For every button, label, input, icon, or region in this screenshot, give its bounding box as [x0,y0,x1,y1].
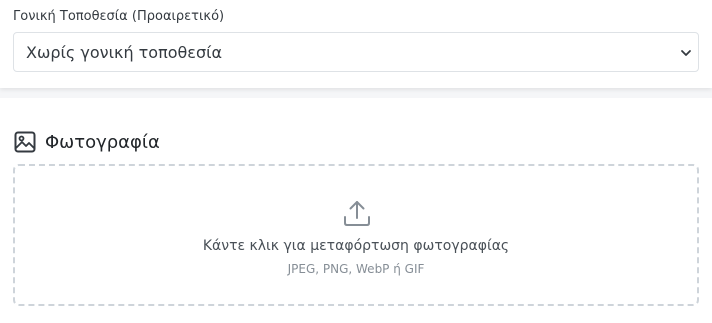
upload-format-hint: JPEG, PNG, WebP ή GIF [287,262,425,276]
parent-location-label: Γονική Τοποθεσία (Προαιρετικό) [13,9,225,24]
photo-section-title: Φωτογραφία [45,131,160,153]
chevron-down-icon [680,45,692,59]
parent-location-card: Γονική Τοποθεσία (Προαιρετικό) Χωρίς γον… [0,0,712,88]
parent-location-select[interactable]: Χωρίς γονική τοποθεσία [13,32,699,72]
upload-icon [342,198,372,228]
upload-instruction: Κάντε κλικ για μεταφόρτωση φωτογραφίας [202,238,510,254]
parent-location-selected-value: Χωρίς γονική τοποθεσία [26,42,223,62]
image-icon [14,131,36,153]
photo-section: Φωτογραφία Κάντε κλικ για μεταφόρτωση φω… [0,98,712,323]
photo-section-header: Φωτογραφία [14,130,160,154]
photo-upload-dropzone[interactable]: Κάντε κλικ για μεταφόρτωση φωτογραφίας J… [13,164,699,306]
